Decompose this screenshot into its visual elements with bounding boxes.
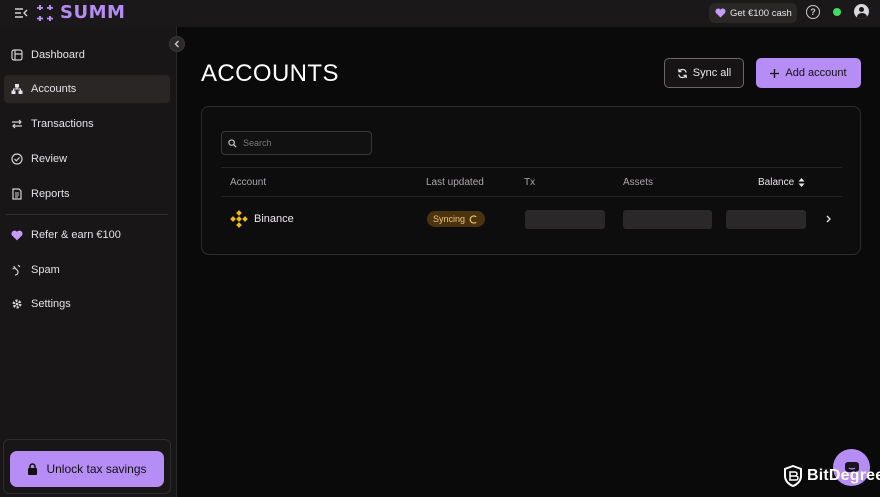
assets-placeholder [623, 210, 712, 229]
column-header-account[interactable]: Account [230, 177, 266, 188]
brand-logo[interactable]: SUMM [36, 2, 125, 23]
sidebar: Dashboard Accounts Transactions Review R… [0, 27, 177, 497]
search-input[interactable] [243, 138, 363, 148]
collapse-sidebar-button[interactable] [169, 36, 185, 52]
status-badge: Syncing [427, 211, 485, 227]
unlock-tax-savings-button[interactable]: Unlock tax savings [10, 451, 164, 487]
unlock-panel: Unlock tax savings [3, 439, 171, 494]
transactions-icon [10, 118, 23, 131]
help-icon[interactable]: ? [806, 5, 820, 19]
gear-icon [10, 298, 23, 311]
sidebar-item-spam[interactable]: Spam [4, 256, 170, 284]
lock-icon [28, 463, 38, 475]
column-header-tx[interactable]: Tx [524, 177, 535, 188]
sync-all-button[interactable]: Sync all [664, 58, 744, 88]
sidebar-divider [6, 214, 168, 215]
logo-mark-icon [37, 4, 53, 21]
chevron-left-icon [174, 40, 179, 48]
status-label: Syncing [433, 214, 466, 224]
dashboard-icon [10, 49, 23, 62]
table-top-border [221, 167, 842, 168]
watermark: BitDegree [783, 465, 880, 487]
column-header-balance[interactable]: Balance [758, 177, 805, 188]
user-avatar[interactable] [854, 4, 869, 19]
promo-label: Get €100 cash [730, 7, 792, 19]
page-title: ACCOUNTS [201, 60, 339, 87]
binance-logo-icon [230, 210, 248, 228]
sidebar-item-settings[interactable]: Settings [4, 290, 170, 318]
sidebar-item-label: Dashboard [31, 49, 85, 61]
chevron-right-icon[interactable] [823, 213, 833, 225]
balance-placeholder [726, 210, 806, 229]
spinner-icon [469, 214, 477, 224]
reports-icon [10, 188, 23, 201]
sidebar-item-dashboard[interactable]: Dashboard [4, 41, 170, 69]
table-header-border [221, 196, 842, 197]
watermark-text: BitDegree [807, 467, 880, 484]
refresh-icon [677, 68, 687, 78]
add-account-button[interactable]: Add account [756, 58, 861, 88]
account-name: Binance [254, 213, 294, 225]
heart-icon [715, 8, 726, 18]
sidebar-item-refer[interactable]: Refer & earn €100 [4, 221, 170, 249]
menu-toggle-icon[interactable] [12, 5, 30, 21]
brand-name: SUMM [60, 2, 126, 23]
column-header-assets[interactable]: Assets [623, 177, 653, 188]
tx-placeholder [525, 210, 605, 229]
review-icon [10, 153, 23, 166]
balance-header-label: Balance [758, 177, 795, 188]
unlock-label: Unlock tax savings [46, 462, 147, 476]
sidebar-item-label: Transactions [31, 118, 94, 130]
connection-status-indicator [833, 8, 841, 16]
sidebar-item-label: Settings [31, 298, 71, 310]
sidebar-item-label: Reports [31, 188, 70, 200]
plus-icon [770, 68, 780, 78]
table-row[interactable]: Binance Syncing [221, 203, 842, 237]
heart-icon [10, 229, 23, 242]
sidebar-item-transactions[interactable]: Transactions [4, 110, 170, 138]
spam-icon [10, 264, 23, 277]
sidebar-item-label: Review [31, 153, 68, 165]
sync-all-label: Sync all [692, 67, 732, 79]
sidebar-item-label: Spam [31, 264, 60, 276]
sidebar-item-accounts[interactable]: Accounts [4, 75, 170, 103]
accounts-icon [10, 83, 23, 96]
sidebar-item-label: Accounts [31, 83, 77, 95]
top-bar: SUMM Get €100 cash ? [0, 0, 880, 27]
sidebar-item-review[interactable]: Review [4, 145, 170, 173]
promo-cash-button[interactable]: Get €100 cash [709, 3, 797, 23]
accounts-table-card: Account Last updated Tx Assets Balance B… [201, 106, 861, 255]
sort-icon [798, 178, 805, 187]
add-account-label: Add account [785, 67, 847, 79]
sidebar-item-label: Refer & earn €100 [31, 229, 121, 241]
sidebar-item-reports[interactable]: Reports [4, 180, 170, 208]
column-header-last-updated[interactable]: Last updated [426, 177, 484, 188]
search-field[interactable] [221, 131, 372, 155]
bitdegree-shield-icon [784, 465, 802, 487]
search-icon [228, 138, 237, 148]
